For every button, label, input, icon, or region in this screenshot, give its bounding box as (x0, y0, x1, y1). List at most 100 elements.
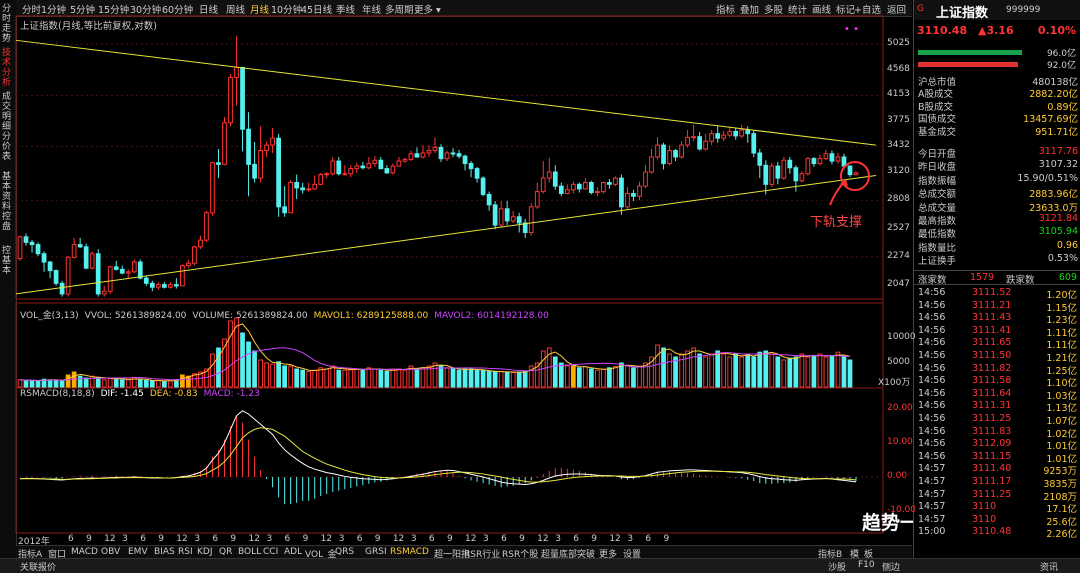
volume-bar (402, 369, 408, 388)
volume-bar (432, 362, 438, 388)
stat-key: 基金成交 (918, 126, 957, 138)
x-tick: 9 (374, 534, 381, 544)
volume-bar (589, 368, 594, 388)
volume-bar (486, 370, 492, 388)
index-value: 3117.76 (1038, 146, 1078, 157)
candle-body (252, 163, 257, 179)
bottom-tab[interactable]: CCI (263, 547, 278, 557)
volume-bar (312, 369, 318, 388)
y-tick: 3775 (887, 114, 910, 125)
candle-body (546, 171, 552, 179)
volume-bar (637, 365, 642, 388)
dea-line (20, 427, 857, 483)
stat-row: 基金成交 951.71亿 (918, 124, 1078, 138)
candle-body (186, 262, 191, 267)
price-change: ▲3.16 (978, 24, 1014, 37)
candle-body (727, 130, 733, 136)
vol-legend-item: VOLUME: 5261389824.00 (192, 311, 308, 321)
bottom-tab[interactable]: MACD (71, 547, 98, 557)
candle-body (564, 189, 570, 194)
bottom-tab[interactable]: BIAS (154, 547, 175, 557)
volume-bar (89, 375, 95, 388)
quote-header: G 上证指数 999999 (914, 0, 1080, 21)
candle-body (679, 144, 684, 158)
volume-bar (348, 368, 354, 388)
candle-body (264, 144, 269, 152)
bottom-tab[interactable]: QR (219, 547, 232, 557)
candle-body (396, 160, 402, 167)
volume-bar (715, 350, 721, 388)
bottom-tab[interactable]: BOLL (238, 547, 261, 557)
price: 3110.48 (917, 24, 968, 37)
status-item[interactable]: 沙股 (828, 560, 846, 573)
volume-bar (210, 353, 215, 388)
tick-price: 3111.15 (972, 450, 1012, 462)
candle-body (420, 152, 426, 158)
x-tick: 6 (573, 534, 579, 544)
status-item[interactable]: F10 (858, 560, 875, 570)
tick-price: 3111.40 (972, 463, 1012, 475)
y-tick: 2047 (887, 278, 910, 289)
indicator-tabs: 指标A 窗口 MACD OBV EMV BIAS RSI KDJ QR BOLL CCI ADL VOL… (16, 545, 912, 560)
bottom-tab[interactable]: EMV (128, 547, 148, 557)
index-key: 指数量比 (918, 242, 957, 254)
x-tick: 6 (428, 534, 435, 544)
main-chart: • • (15, 15, 884, 534)
volume-bar (492, 371, 498, 388)
volume-bar (841, 356, 847, 388)
x-tick: 9 (158, 534, 164, 544)
candle-body (53, 270, 59, 284)
volume-bar (667, 353, 672, 388)
volume-bar (240, 332, 245, 388)
y-tick: 2274 (887, 250, 910, 261)
candle-body (799, 173, 805, 182)
bottom-tab[interactable]: GRSI (365, 547, 387, 557)
status-item[interactable]: 关联报价 (20, 560, 56, 573)
volume-bar (498, 370, 504, 388)
bottom-tab[interactable]: OBV (101, 547, 120, 557)
stat-row: 沪总市值 480138亿 (918, 74, 1078, 88)
volume-bar (155, 379, 161, 388)
index-row: 昨日收盘 3107.32 (918, 159, 1078, 173)
macd-legend-item: RSMACD(8,18,8) (20, 389, 95, 399)
tick-price: 3111.43 (972, 312, 1012, 324)
vol-tick: 10000 (887, 332, 916, 342)
volume-bar (444, 367, 450, 388)
bottom-tab[interactable]: QRS (335, 547, 354, 557)
volume-bar (378, 369, 384, 388)
volume-bar (246, 341, 251, 388)
candle-body (354, 165, 360, 170)
volume-bar (264, 362, 269, 388)
volume-bar (787, 357, 793, 388)
volume-bar (300, 369, 306, 388)
volume-bar (516, 371, 522, 388)
volume-bar (558, 362, 564, 388)
stock-name: 上证指数 (936, 6, 989, 21)
status-item[interactable]: 资讯 (1040, 560, 1058, 573)
x-tick: 3 (266, 534, 273, 544)
candle-body (330, 160, 336, 175)
candle-body (414, 153, 420, 158)
bottom-tab[interactable]: RSI (178, 547, 193, 557)
volume-bar (733, 353, 739, 388)
tick-price: 3110 (972, 501, 997, 513)
volume-bar (763, 350, 769, 388)
volume-bar (276, 361, 281, 388)
candle-body (829, 153, 835, 162)
volume-bar (306, 370, 312, 388)
candle-body (378, 159, 384, 170)
bottom-tab[interactable]: KDJ (197, 547, 213, 557)
candle-body (715, 133, 721, 139)
candle-body (318, 174, 324, 185)
index-row: 指数振幅 15.90/0.51% (918, 173, 1078, 187)
candle-body (745, 129, 751, 135)
bottom-tab[interactable]: RSMACD (390, 547, 429, 557)
status-item[interactable]: 侧边 (882, 560, 900, 573)
candle-body (77, 244, 83, 248)
candle-body (733, 130, 739, 137)
index-value: 3107.32 (1038, 159, 1078, 171)
candle-body (817, 158, 823, 165)
volume-bar (414, 368, 420, 388)
x-tick: 3 (555, 534, 561, 544)
bottom-tab[interactable]: ADL (284, 547, 302, 557)
